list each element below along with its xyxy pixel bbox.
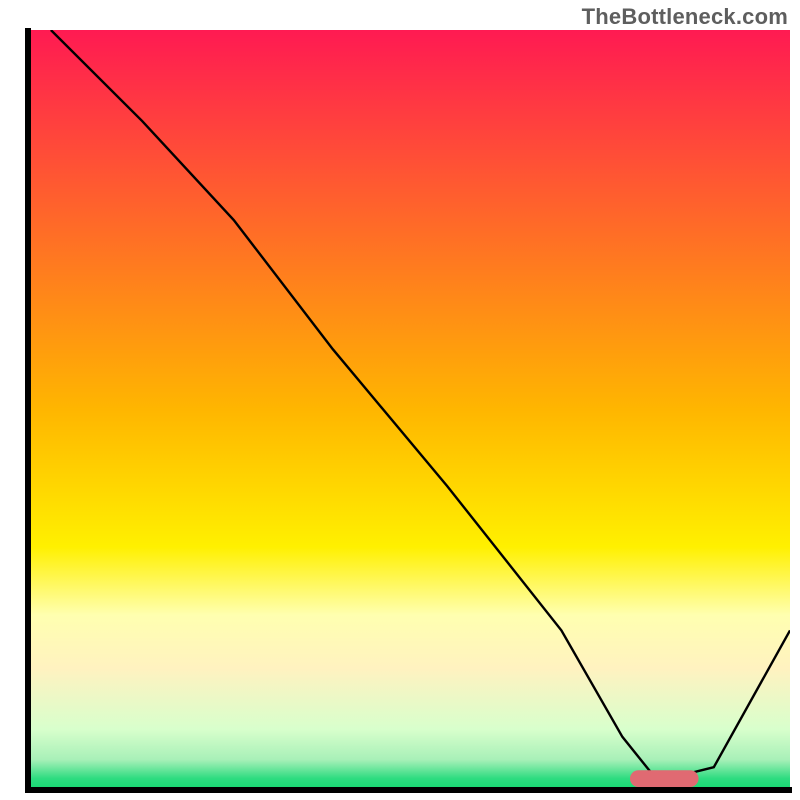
watermark-text: TheBottleneck.com [582,4,788,30]
gradient-background [28,30,790,790]
bottleneck-chart [0,0,800,800]
chart-root: TheBottleneck.com [0,0,800,800]
plot-area [28,30,790,790]
optimal-range-marker [630,770,699,787]
